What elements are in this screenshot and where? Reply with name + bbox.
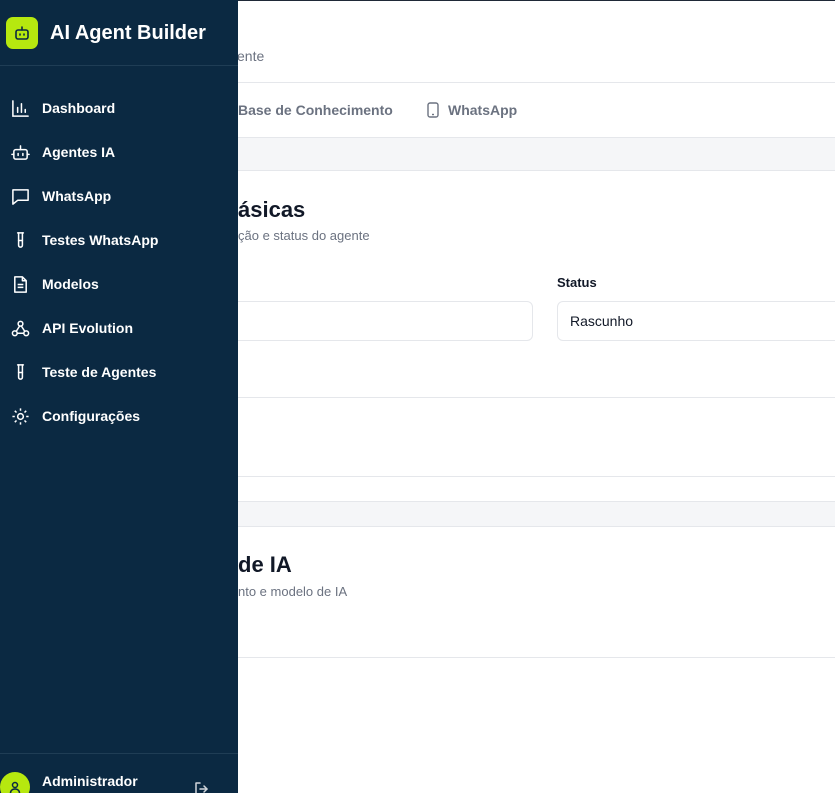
user-name: Administrador bbox=[42, 773, 138, 789]
tab-label: WhatsApp bbox=[448, 102, 518, 118]
sidebar-item-label: Agentes IA bbox=[42, 144, 116, 160]
card-title-basic: ásicas bbox=[238, 197, 306, 222]
logout-icon[interactable] bbox=[193, 780, 211, 793]
sidebar-item-whatsapp[interactable]: WhatsApp bbox=[0, 174, 238, 218]
sidebar-item-dashboard[interactable]: Dashboard bbox=[0, 86, 238, 130]
name-input[interactable] bbox=[200, 301, 533, 341]
card-description-basic: ção e status do agente bbox=[238, 228, 370, 243]
brand-logo bbox=[6, 17, 38, 49]
sidebar-item-api-evolution[interactable]: API Evolution bbox=[0, 306, 238, 350]
message-square-icon bbox=[12, 188, 29, 205]
bar-chart-icon bbox=[12, 99, 29, 117]
sidebar-item-label: Modelos bbox=[42, 276, 99, 292]
brand: AI Agent Builder bbox=[0, 0, 238, 66]
sidebar-item-label: API Evolution bbox=[42, 320, 133, 336]
sidebar-item-teste-de-agentes[interactable]: Teste de Agentes bbox=[0, 350, 238, 394]
sidebar-item-testes-whatsapp[interactable]: Testes WhatsApp bbox=[0, 218, 238, 262]
smartphone-icon bbox=[427, 102, 439, 118]
sidebar-item-label: Teste de Agentes bbox=[42, 364, 157, 380]
sidebar-item-label: WhatsApp bbox=[42, 188, 112, 204]
status-select[interactable]: Rascunho bbox=[557, 301, 835, 341]
sidebar-item-configuracoes[interactable]: Configurações bbox=[0, 394, 238, 438]
sidebar-item-label: Dashboard bbox=[42, 100, 116, 116]
bot-icon bbox=[15, 26, 29, 40]
tab-whatsapp[interactable]: WhatsApp bbox=[426, 83, 517, 137]
user-area: Administrador bbox=[0, 753, 238, 793]
tab-knowledge-base[interactable]: Base de Conhecimento bbox=[238, 83, 393, 137]
bot-icon bbox=[11, 144, 30, 160]
tab-label: Base de Conhecimento bbox=[238, 102, 393, 118]
status-select-value: Rascunho bbox=[570, 313, 634, 329]
webhook-icon bbox=[11, 320, 30, 336]
test-tube-icon bbox=[16, 231, 25, 248]
sidebar-item-modelos[interactable]: Modelos bbox=[0, 262, 238, 306]
sidebar-item-label: Configurações bbox=[42, 408, 141, 424]
avatar[interactable] bbox=[0, 772, 30, 793]
brand-title: AI Agent Builder bbox=[50, 22, 206, 44]
file-text-icon bbox=[14, 275, 27, 293]
sidebar-item-label: Testes WhatsApp bbox=[42, 232, 159, 248]
card-title-ai: de IA bbox=[238, 552, 292, 577]
sidebar-item-agentes-ia[interactable]: Agentes IA bbox=[0, 130, 238, 174]
settings-icon bbox=[12, 407, 29, 425]
status-label: Status bbox=[557, 275, 597, 290]
test-tube-icon bbox=[16, 363, 25, 380]
user-icon bbox=[9, 781, 21, 793]
page-subtitle: ente bbox=[237, 48, 265, 64]
sidebar: AI Agent Builder Dashboard Agentes IA Wh… bbox=[0, 0, 238, 793]
card-description-ai: nto e modelo de IA bbox=[238, 584, 348, 599]
sidebar-nav: Dashboard Agentes IA WhatsApp Testes Wha… bbox=[0, 86, 238, 438]
